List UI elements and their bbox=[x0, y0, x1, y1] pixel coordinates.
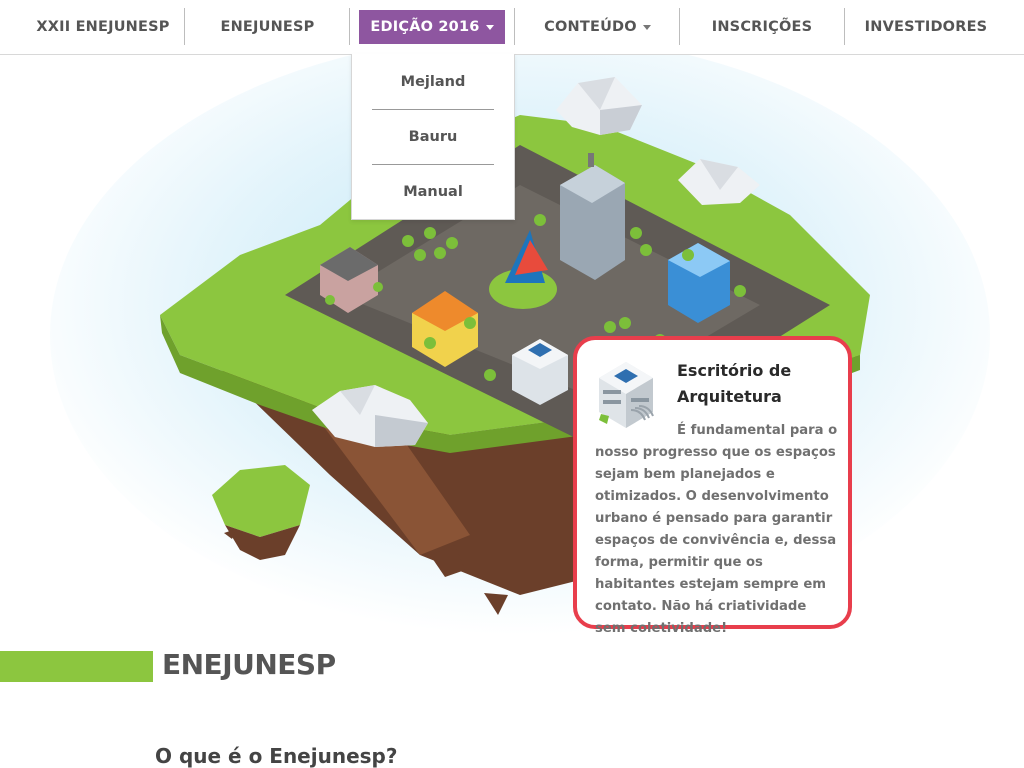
nav-item-label: INSCRIÇÕES bbox=[711, 19, 813, 35]
section-title: ENEJUNESP bbox=[162, 648, 336, 681]
edicao-dropdown-menu: Mejland Bauru Manual bbox=[351, 54, 515, 220]
dropdown-item-label: Mejland bbox=[400, 74, 466, 90]
building-info-card: Escritório de Arquitetura É fundamental … bbox=[573, 336, 852, 636]
nav-divider bbox=[514, 8, 515, 45]
card-title: Escritório de Arquitetura bbox=[677, 361, 792, 406]
caret-down-icon bbox=[485, 24, 494, 30]
nav-divider bbox=[184, 8, 185, 45]
nav-item-xxii-enejunesp[interactable]: XXII ENEJUNESP bbox=[28, 0, 178, 54]
nav-item-conteudo[interactable]: CONTEÚDO bbox=[516, 0, 679, 54]
dropdown-item-manual[interactable]: Manual bbox=[372, 165, 494, 219]
nav-item-investidores[interactable]: INVESTIDORES bbox=[846, 0, 1006, 54]
nav-item-label: INVESTIDORES bbox=[864, 19, 988, 35]
card-description: É fundamental para o nosso progresso que… bbox=[595, 423, 838, 636]
nav-item-label: EDIÇÃO 2016 bbox=[370, 19, 480, 35]
nav-item-enejunesp[interactable]: ENEJUNESP bbox=[190, 0, 345, 54]
nav-divider bbox=[349, 8, 350, 45]
nav-divider bbox=[844, 8, 845, 45]
nav-item-label: CONTEÚDO bbox=[544, 19, 637, 35]
dropdown-item-bauru[interactable]: Bauru bbox=[372, 110, 494, 164]
nav-active-pill: EDIÇÃO 2016 bbox=[359, 10, 505, 44]
section-subtitle: O que é o Enejunesp? bbox=[155, 744, 398, 768]
nav-item-edicao-2016[interactable]: EDIÇÃO 2016 bbox=[351, 0, 513, 54]
section-accent-bar bbox=[0, 651, 153, 682]
nav-item-label: ENEJUNESP bbox=[220, 19, 315, 35]
nav-item-label: XXII ENEJUNESP bbox=[36, 19, 170, 35]
caret-down-icon bbox=[642, 24, 651, 30]
dropdown-item-label: Manual bbox=[403, 184, 463, 200]
dropdown-item-mejland[interactable]: Mejland bbox=[372, 55, 494, 109]
nav-divider bbox=[679, 8, 680, 45]
top-nav: XXII ENEJUNESP ENEJUNESP EDIÇÃO 2016 CON… bbox=[0, 0, 1024, 55]
nav-item-inscricoes[interactable]: INSCRIÇÕES bbox=[681, 0, 843, 54]
dropdown-item-label: Bauru bbox=[408, 129, 458, 145]
